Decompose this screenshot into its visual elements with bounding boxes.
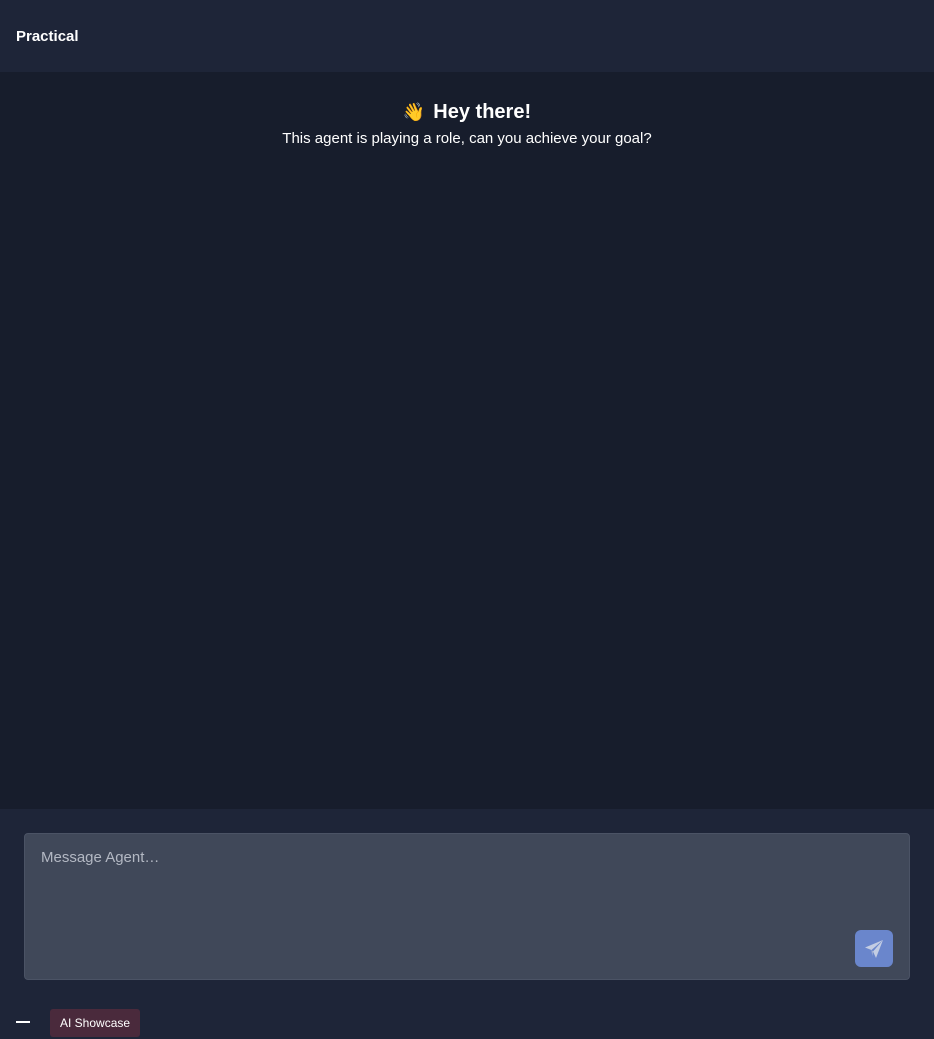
welcome-title: Hey there! xyxy=(433,100,532,123)
showcase-badge[interactable]: AI Showcase xyxy=(50,1009,141,1037)
welcome-subtitle: This agent is playing a role, can you ac… xyxy=(282,130,652,147)
composer-area xyxy=(0,809,934,1005)
message-composer xyxy=(24,833,910,980)
footer: AI Showcase xyxy=(0,1005,934,1039)
welcome-message: 👋 Hey there! This agent is playing a rol… xyxy=(0,100,934,148)
waving-hand-icon: 👋 xyxy=(402,102,426,122)
minus-icon[interactable] xyxy=(16,1021,30,1023)
send-button[interactable] xyxy=(855,930,893,967)
app-window: Practical 👋 Hey there! This agent is pla… xyxy=(0,0,934,1039)
paper-plane-icon xyxy=(865,939,883,958)
message-input[interactable] xyxy=(25,834,909,979)
welcome-heading: 👋 Hey there! xyxy=(0,100,934,124)
app-title: Practical xyxy=(16,27,79,45)
header: Practical xyxy=(0,0,934,72)
chat-area: 👋 Hey there! This agent is playing a rol… xyxy=(0,72,934,809)
